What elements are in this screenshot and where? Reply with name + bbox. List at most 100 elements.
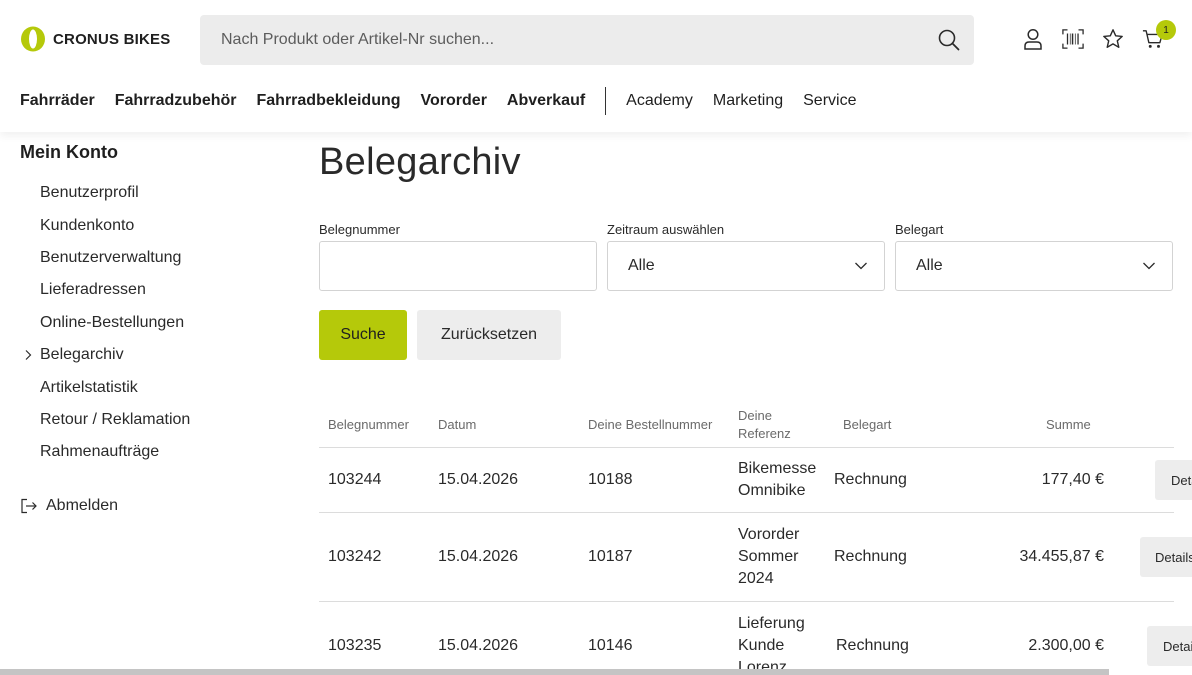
belegart-select[interactable]: Alle	[895, 241, 1173, 291]
sidebar-title: Mein Konto	[20, 142, 118, 162]
column-header-belegart: Belegart	[843, 417, 892, 432]
logout-link[interactable]: Abmelden	[20, 497, 280, 515]
nav-fahrradbekleidung[interactable]: Fahrradbekleidung	[257, 92, 401, 110]
sidebar-item-label: Retour / Reklamation	[40, 410, 191, 428]
belegnummer-label: Belegnummer	[319, 222, 400, 237]
column-header-bestellnummer: Deine Bestellnummer	[588, 417, 713, 432]
cell-summe: 34.455,87 €	[1019, 548, 1104, 565]
cart-count-badge: 1	[1156, 20, 1176, 40]
main-content: Belegarchiv Belegnummer Zeitraum auswähl…	[319, 140, 1192, 675]
table-row: 103244 15.04.2026 10188 Bikemesse Omnibi…	[319, 448, 1192, 513]
cell-belegnummer: 103242	[328, 548, 382, 565]
filter-belegart: Belegart Alle	[895, 222, 1173, 291]
account-sidebar: Mein Konto Benutzerprofil Kundenkonto Be…	[20, 142, 280, 515]
sidebar-item-label: Benutzerprofil	[40, 184, 139, 202]
sidebar-item-label: Rahmenaufträge	[40, 443, 160, 461]
page-title: Belegarchiv	[319, 141, 521, 183]
site-header: CRONUS BIKES Nach Produkt oder Artikel-N…	[0, 0, 1192, 132]
chevron-down-icon	[1143, 262, 1155, 270]
nav-marketing[interactable]: Marketing	[713, 92, 783, 110]
column-header-referenz-line1: Deine	[738, 408, 772, 423]
cell-referenz: Bikemesse Omnibike	[738, 460, 817, 499]
details-button[interactable]: Details	[1140, 537, 1192, 577]
filter-bar: Belegnummer Zeitraum auswählen Alle Bele…	[319, 222, 1173, 291]
belegart-label: Belegart	[895, 222, 944, 237]
account-icon[interactable]	[1022, 27, 1044, 51]
main-navigation: Fahrräder Fahrradzubehör Fahrradbekleidu…	[20, 87, 876, 115]
sidebar-menu: Benutzerprofil Kundenkonto Benutzerverwa…	[20, 177, 280, 469]
cell-datum: 15.04.2026	[438, 637, 519, 654]
documents-table: Belegnummer Datum Deine Bestellnummer De…	[319, 402, 1192, 675]
horizontal-scrollbar[interactable]	[0, 669, 1109, 675]
column-header-datum: Datum	[438, 417, 477, 432]
sidebar-item-retour-reklamation[interactable]: Retour / Reklamation	[20, 404, 280, 436]
details-button[interactable]: Details	[1147, 626, 1192, 666]
zeitraum-label: Zeitraum auswählen	[607, 222, 725, 237]
zeitraum-select[interactable]: Alle	[607, 241, 885, 291]
cell-belegart: Rechnung	[834, 471, 907, 488]
sidebar-item-label: Lieferadressen	[40, 281, 146, 299]
cell-summe: 2.300,00 €	[1028, 637, 1104, 654]
cart-icon[interactable]: 1	[1142, 20, 1176, 51]
table-row: 103235 15.04.2026 10146 Lieferung Kunde …	[319, 602, 1192, 675]
sidebar-item-label: Benutzerverwaltung	[40, 248, 182, 266]
cell-belegart: Rechnung	[834, 548, 907, 565]
cell-belegnummer: 103235	[328, 637, 382, 654]
nav-service[interactable]: Service	[803, 92, 856, 110]
nav-divider	[605, 87, 607, 115]
sidebar-item-label: Kundenkonto	[40, 216, 135, 234]
cell-belegnummer: 103244	[328, 471, 382, 488]
cell-summe: 177,40 €	[1041, 471, 1104, 488]
sidebar-item-label: Belegarchiv	[40, 346, 124, 364]
brand-logo[interactable]: CRONUS BIKES	[20, 26, 170, 52]
nav-fahrraeder[interactable]: Fahrräder	[20, 92, 95, 110]
header-icons: 1	[1022, 20, 1176, 51]
reset-button[interactable]: Zurücksetzen	[417, 310, 561, 360]
search-bar	[200, 15, 974, 65]
cell-datum: 15.04.2026	[438, 471, 519, 488]
favorites-star-icon[interactable]	[1102, 27, 1124, 51]
table-row: 103242 15.04.2026 10187 Vororder Sommer …	[319, 513, 1192, 602]
cell-bestellnummer: 10188	[588, 471, 633, 488]
cell-belegart: Rechnung	[836, 637, 909, 654]
sidebar-item-benutzerverwaltung[interactable]: Benutzerverwaltung	[20, 242, 280, 274]
sidebar-item-label: Artikelstatistik	[40, 378, 138, 396]
logo-icon	[21, 26, 45, 52]
details-button[interactable]: Details	[1155, 460, 1192, 500]
nav-vororder[interactable]: Vororder	[421, 92, 487, 110]
column-header-referenz: Deine Referenz	[738, 407, 791, 443]
sidebar-item-rahmenauftraege[interactable]: Rahmenaufträge	[20, 436, 280, 468]
barcode-scanner-icon[interactable]	[1062, 27, 1084, 51]
column-header-summe: Summe	[1046, 417, 1091, 432]
nav-fahrradzubehoer[interactable]: Fahrradzubehör	[115, 92, 237, 110]
sidebar-item-artikelstatistik[interactable]: Artikelstatistik	[20, 371, 280, 403]
cell-bestellnummer: 10146	[588, 637, 633, 654]
sidebar-item-label: Online-Bestellungen	[40, 313, 185, 331]
belegart-selected-value: Alle	[916, 257, 943, 274]
sidebar-item-online-bestellungen[interactable]: Online-Bestellungen	[20, 307, 280, 339]
filter-belegnummer: Belegnummer	[319, 222, 597, 291]
search-input[interactable]	[200, 15, 900, 65]
brand-name: CRONUS BIKES	[53, 30, 171, 48]
column-header-belegnummer: Belegnummer	[328, 417, 409, 432]
nav-abverkauf[interactable]: Abverkauf	[507, 92, 585, 110]
table-header: Belegnummer Datum Deine Bestellnummer De…	[319, 402, 1174, 448]
filter-zeitraum: Zeitraum auswählen Alle	[607, 222, 885, 291]
logout-icon	[21, 498, 37, 513]
search-button[interactable]: Suche	[319, 310, 407, 360]
cell-datum: 15.04.2026	[438, 548, 519, 565]
chevron-down-icon	[855, 262, 867, 270]
cell-bestellnummer: 10187	[588, 548, 633, 565]
sidebar-item-lieferadressen[interactable]: Lieferadressen	[20, 274, 280, 306]
search-icon[interactable]	[938, 29, 960, 51]
sidebar-item-kundenkonto[interactable]: Kundenkonto	[20, 209, 280, 241]
zeitraum-selected-value: Alle	[628, 257, 655, 274]
column-header-referenz-line2: Referenz	[738, 426, 791, 441]
logout-label: Abmelden	[46, 496, 119, 514]
nav-academy[interactable]: Academy	[626, 92, 693, 110]
filter-actions: Suche Zurücksetzen	[319, 310, 561, 360]
belegnummer-input[interactable]	[319, 241, 597, 291]
sidebar-item-belegarchiv[interactable]: Belegarchiv	[20, 339, 280, 371]
sidebar-item-benutzerprofil[interactable]: Benutzerprofil	[20, 177, 280, 209]
chevron-right-icon	[25, 350, 32, 360]
